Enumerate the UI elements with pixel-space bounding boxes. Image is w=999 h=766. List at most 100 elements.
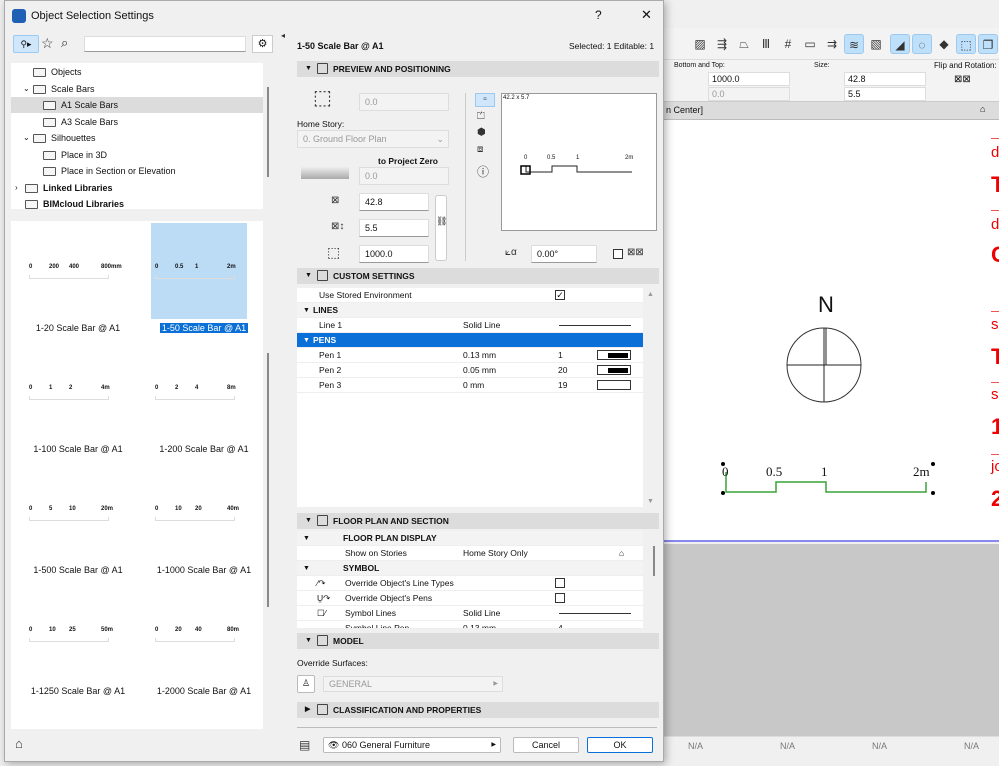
fill-light-icon[interactable]: ▧ xyxy=(866,34,886,54)
search-icon[interactable]: ⌕ xyxy=(61,35,68,51)
custom-row[interactable]: Pen 3 0 mm 19 xyxy=(297,378,643,393)
thumbnail-item[interactable]: 0 1 2 4m 1-100 Scale Bar @ A1 xyxy=(15,344,141,465)
bottom-top-field-2[interactable]: 0.0 xyxy=(708,87,790,101)
symbol-header[interactable]: ▼ SYMBOL xyxy=(297,561,643,576)
gear-icon[interactable]: ⚙ xyxy=(252,35,273,53)
surface-select[interactable]: GENERAL ▶ xyxy=(323,676,503,692)
favorites-star-icon[interactable]: ☆ xyxy=(41,35,54,52)
status-value[interactable]: N/A xyxy=(964,741,979,751)
width-field[interactable]: 42.8 xyxy=(359,193,429,211)
tree-scrollbar[interactable] xyxy=(267,87,269,177)
tree-item[interactable]: BIMcloud Libraries xyxy=(11,196,263,212)
scale-bar[interactable] xyxy=(716,460,946,500)
mirror-icon[interactable]: ⊠⊠ xyxy=(627,247,644,258)
home-story-select[interactable]: 0. Ground Floor Plan ⌄ xyxy=(297,130,449,148)
grid-icon[interactable]: # xyxy=(778,34,798,54)
tree-item[interactable]: A1 Scale Bars xyxy=(11,97,263,113)
slope-icon[interactable]: ◢ xyxy=(890,34,910,54)
arrow-icon[interactable]: ⇉ xyxy=(822,34,842,54)
section-preview-positioning[interactable]: ▼ PREVIEW AND POSITIONING xyxy=(297,61,659,77)
thumbnail-item[interactable]: 0 10 20 40m 1-1000 Scale Bar @ A1 xyxy=(141,465,263,586)
section-view-icon[interactable]: ⏍ xyxy=(477,111,485,122)
scroll-down-icon[interactable]: ▼ xyxy=(647,498,654,505)
3d-view-icon[interactable]: ⬢ xyxy=(477,127,486,138)
custom-row[interactable]: Pen 2 0.05 mm 20 xyxy=(297,363,643,378)
view-tab[interactable]: n Center] xyxy=(666,105,703,115)
pen-swatch[interactable] xyxy=(597,380,631,390)
section-floor-plan[interactable]: ▼ FLOOR PLAN AND SECTION xyxy=(297,513,659,529)
tree-item[interactable]: Place in 3D xyxy=(11,147,263,163)
close-button[interactable]: ✕ xyxy=(641,7,652,23)
custom-row[interactable]: ▼ PENS xyxy=(297,333,643,348)
bottom-top-field[interactable]: 1000.0 xyxy=(708,72,790,86)
elevation-field[interactable]: 0.0 xyxy=(359,93,449,111)
custom-row[interactable]: Pen 1 0.13 mm 1 xyxy=(297,348,643,363)
info-icon[interactable]: ⓘ xyxy=(477,163,489,180)
thumbnail-item[interactable]: 0 0.5 1 2m 1-50 Scale Bar @ A1 xyxy=(141,223,263,344)
collapse-panel-icon[interactable]: ◂ xyxy=(281,31,285,40)
project-zero-field[interactable]: 0.0 xyxy=(359,167,449,185)
marquee-icon[interactable]: ⬚ xyxy=(956,34,976,54)
paint-brush-icon[interactable]: ♙ xyxy=(297,675,315,693)
chevron-right-icon[interactable]: › xyxy=(15,180,18,196)
section-custom-settings[interactable]: ▼ CUSTOM SETTINGS xyxy=(297,268,659,284)
custom-row[interactable]: Line 1 Solid Line xyxy=(297,318,643,333)
pen-swatch[interactable] xyxy=(597,365,631,375)
chevron-down-icon[interactable]: ⌄ xyxy=(23,81,30,97)
thumbnail-item[interactable]: 0 10 25 50m 1-1250 Scale Bar @ A1 xyxy=(15,586,141,707)
override-pens-checkbox[interactable] xyxy=(555,593,565,603)
thumbnail-item[interactable]: 0 2 4 8m 1-200 Scale Bar @ A1 xyxy=(141,344,263,465)
to-project-zero-label[interactable]: to Project Zero xyxy=(378,156,438,166)
show-on-stories-row[interactable]: Show on Stories Home Story Only ⌂ xyxy=(297,546,643,561)
view-options-icon[interactable]: ⌂ xyxy=(980,104,985,114)
rotation-field[interactable]: 0.00° xyxy=(531,245,597,263)
tree-item[interactable]: Objects xyxy=(11,64,263,80)
library-browser-button[interactable]: ⚲▸ xyxy=(13,35,39,53)
flip-icon[interactable]: ⊠⊠ xyxy=(954,74,971,85)
wall-hatch-icon[interactable]: ▨ xyxy=(690,34,710,54)
section-model[interactable]: ▼ MODEL xyxy=(297,633,659,649)
thumbnail-scrollbar[interactable] xyxy=(267,353,269,607)
section-classification[interactable]: ▶ CLASSIFICATION AND PROPERTIES xyxy=(297,702,659,718)
elevation-view-icon[interactable]: ⧈ xyxy=(477,144,483,155)
layer-select[interactable]: 👁 060 General Furniture ▶ xyxy=(323,737,501,753)
arrow-hatch-icon[interactable]: ⇶ xyxy=(712,34,732,54)
north-arrow-icon[interactable] xyxy=(784,325,864,405)
height-field[interactable]: 5.5 xyxy=(359,219,429,237)
depth-field[interactable]: 1000.0 xyxy=(359,245,429,263)
status-value[interactable]: N/A xyxy=(872,741,887,751)
cancel-button[interactable]: Cancel xyxy=(513,737,579,753)
status-value[interactable]: N/A xyxy=(688,741,703,751)
size-width-field[interactable]: 42.8 xyxy=(844,72,926,86)
status-value[interactable]: N/A xyxy=(780,741,795,751)
link-proportions-icon[interactable]: ⛓ xyxy=(435,195,447,261)
thumbnail-item[interactable]: 0 5 10 20m 1-500 Scale Bar @ A1 xyxy=(15,465,141,586)
drawing-canvas[interactable]: N 0 0.5 1 2m d T d C s T s 1 jo 2 xyxy=(664,120,999,542)
fill-icon[interactable]: ≋ xyxy=(844,34,864,54)
thumbnail-item[interactable]: 0 20 40 80m 1-2000 Scale Bar @ A1 xyxy=(141,586,263,707)
override-pens-row[interactable]: Ṷ↷ Override Object's Pens xyxy=(297,591,643,606)
custom-row[interactable]: ▼ LINES xyxy=(297,303,643,318)
override-line-types-checkbox[interactable] xyxy=(555,578,565,588)
thumbnail-item[interactable]: 0 200 400 800mm 1-20 Scale Bar @ A1 xyxy=(15,223,141,344)
shape-icon[interactable]: ⏢ xyxy=(734,34,754,54)
scroll-up-icon[interactable]: ▲ xyxy=(647,291,654,298)
ok-button[interactable]: OK xyxy=(587,737,653,753)
mirror-checkbox[interactable] xyxy=(613,249,623,259)
chevron-down-icon[interactable]: ⌄ xyxy=(23,130,30,146)
library-search-input[interactable] xyxy=(84,36,246,52)
size-height-field[interactable]: 5.5 xyxy=(844,87,926,101)
tree-item[interactable]: Place in Section or Elevation xyxy=(11,163,263,179)
library-manager-icon[interactable]: ⌂ xyxy=(15,736,23,751)
tree-item[interactable]: ⌄ Scale Bars xyxy=(11,81,263,97)
override-line-types-row[interactable]: ⁄↷ Override Object's Line Types xyxy=(297,576,643,591)
pen-swatch[interactable] xyxy=(597,350,631,360)
tree-item[interactable]: › Linked Libraries xyxy=(11,180,263,196)
railing-icon[interactable]: Ⅲ xyxy=(756,34,776,54)
custom-row[interactable]: Use Stored Environment ✓ xyxy=(297,288,643,303)
layers-icon[interactable]: ❐ xyxy=(978,34,998,54)
symbol-line-pen-row[interactable]: Symbol Line Pen 0.13 mm 4 xyxy=(297,621,643,629)
help-button[interactable]: ? xyxy=(595,8,602,22)
floor-plan-display-header[interactable]: ▼ FLOOR PLAN DISPLAY xyxy=(297,531,643,546)
tree-item[interactable]: ⌄ Silhouettes xyxy=(11,130,263,146)
